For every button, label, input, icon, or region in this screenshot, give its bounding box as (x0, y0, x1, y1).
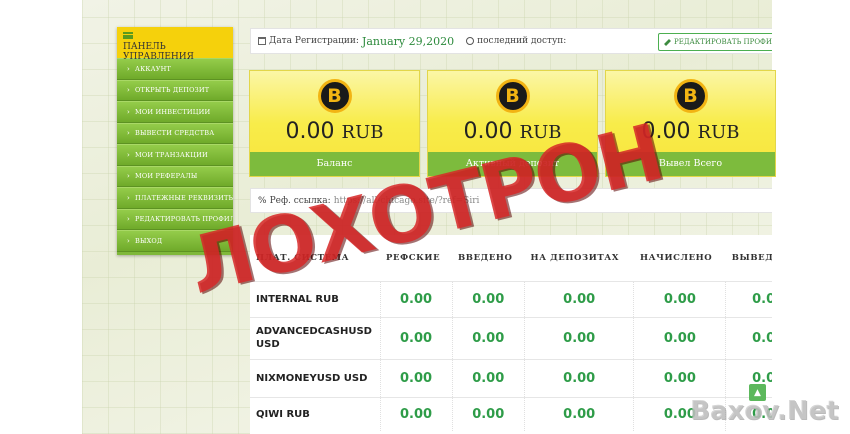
balance-card: B 0.00 RUB Баланс (249, 70, 420, 177)
column-header: Выведено (731, 252, 772, 263)
table-cell: 0.00 (451, 316, 525, 359)
sidebar-header: ПАНЕЛЬ УПРАВЛЕНИЯ (117, 27, 233, 62)
card-label: Баланс (250, 152, 419, 176)
chevron-right-icon: › (127, 193, 130, 202)
column-header: Плат. система (256, 252, 350, 263)
payment-system-name: ADVANCEDCASHUSD USD (250, 316, 380, 359)
payment-system-name: NIXMONEYUSD USD (250, 358, 380, 397)
table-cell: 0.00 (451, 396, 525, 431)
menu-icon (123, 32, 133, 39)
sidebar-item-payment-details[interactable]: › Платежные реквизиты (117, 187, 233, 209)
total-withdrawn-card: B 0.00 RUB Вывел Всего (605, 70, 776, 177)
sidebar-item-transactions[interactable]: › Мои транзакции (117, 144, 233, 166)
chevron-right-icon: › (127, 86, 130, 95)
link-icon: % (258, 195, 267, 206)
sidebar-item-label: Выход (135, 236, 163, 245)
referral-link-bar: % Реф. ссылка: https://all-chicago.site/… (250, 188, 772, 213)
referral-url[interactable]: https://all-chicago.site/?ref=Siri (334, 196, 480, 206)
table-cell: 0.00 (633, 316, 726, 359)
table-cell: 0.00 (379, 280, 453, 317)
table-cell: 0.00 (379, 396, 453, 431)
chevron-right-icon: › (127, 236, 130, 245)
last-access-label: последний доступ: (477, 36, 567, 46)
sidebar-item-label: Редактировать профиль (135, 215, 233, 224)
sidebar-title: ПАНЕЛЬ УПРАВЛЕНИЯ (123, 42, 194, 62)
table-cell: 0.00 (379, 358, 453, 397)
sidebar-item-label: Аккаунт (135, 64, 172, 73)
table-cell: 0.00 (725, 280, 772, 317)
card-label: Активный депозит (428, 152, 597, 176)
table-cell: 0.00 (725, 316, 772, 359)
table-cell: 0.00 (379, 316, 453, 359)
table-header-row: Плат. система Рефские Введено На депозит… (250, 235, 772, 281)
table-row: INTERNAL RUB 0.00 0.00 0.00 0.00 0.00 (250, 280, 772, 317)
card-amount: 0.00 RUB (463, 119, 562, 144)
table-cell: 0.00 (633, 280, 726, 317)
payment-system-name: QIWI RUB (250, 396, 380, 431)
sidebar-item-referrals[interactable]: › Мои рефералы (117, 165, 233, 187)
table-cell: 0.00 (523, 316, 634, 359)
calendar-icon (258, 37, 266, 45)
sidebar-item-label: Вывести средства (135, 129, 215, 138)
sidebar-item-logout[interactable]: › Выход (117, 230, 233, 252)
sidebar-item-edit-profile[interactable]: › Редактировать профиль (117, 208, 233, 230)
card-amount: 0.00 RUB (285, 119, 384, 144)
column-header: Рефские (386, 252, 441, 263)
chevron-right-icon: › (127, 107, 130, 116)
column-header: На депозитах (530, 252, 620, 263)
registration-date: January 29,2020 (361, 34, 455, 48)
referral-label: Реф. ссылка: (269, 195, 331, 206)
table-row: NIXMONEYUSD USD 0.00 0.00 0.00 0.00 0.00 (250, 358, 772, 397)
column-header: Введено (458, 252, 513, 263)
card-label: Вывел Всего (606, 152, 775, 176)
bitcoin-icon: B (495, 79, 530, 113)
sidebar-item-label: Платежные реквизиты (135, 193, 233, 202)
payment-system-name: INTERNAL RUB (250, 280, 380, 317)
clock-icon (466, 37, 475, 45)
column-header: Начислено (639, 252, 713, 263)
table-cell: 0.00 (523, 280, 634, 317)
sidebar-item-withdraw[interactable]: › Вывести средства (117, 122, 233, 144)
edit-profile-label: Редактировать профиль (674, 38, 772, 46)
edit-profile-button[interactable]: Редактировать профиль (658, 33, 772, 51)
table-cell: 0.00 (451, 280, 525, 317)
table-cell: 0.00 (523, 396, 634, 431)
sidebar-item-label: Мои рефералы (135, 172, 198, 181)
table-row: ADVANCEDCASHUSD USD 0.00 0.00 0.00 0.00 … (250, 316, 772, 359)
chevron-right-icon: › (127, 172, 130, 181)
sidebar-item-label: Мои транзакции (135, 150, 208, 159)
account-info-bar: Дата Регистрации: January 29,2020 послед… (250, 28, 772, 54)
registration-label: Дата Регистрации: (269, 36, 359, 46)
card-amount: 0.00 RUB (641, 119, 740, 144)
pencil-icon (664, 38, 671, 46)
chevron-right-icon: › (127, 215, 130, 224)
bitcoin-icon: B (317, 79, 352, 113)
bitcoin-icon: B (673, 79, 708, 113)
sidebar-item-label: Открыть депозит (135, 86, 210, 95)
site-watermark: Baxov.Net (690, 396, 839, 426)
sidebar-item-label: Мои инвестиции (135, 107, 211, 116)
right-margin (772, 0, 850, 434)
table-cell: 0.00 (523, 358, 634, 397)
sidebar-item-open-deposit[interactable]: › Открыть депозит (117, 79, 233, 101)
sidebar-item-investments[interactable]: › Мои инвестиции (117, 101, 233, 123)
chevron-right-icon: › (127, 129, 130, 138)
table-cell: 0.00 (633, 358, 726, 397)
active-deposit-card: B 0.00 RUB Активный депозит (427, 70, 598, 177)
table-cell: 0.00 (451, 358, 525, 397)
chevron-right-icon: › (127, 150, 130, 159)
chevron-right-icon: › (127, 64, 130, 73)
sidebar: ПАНЕЛЬ УПРАВЛЕНИЯ › Аккаунт › Открыть депо… (117, 27, 233, 255)
